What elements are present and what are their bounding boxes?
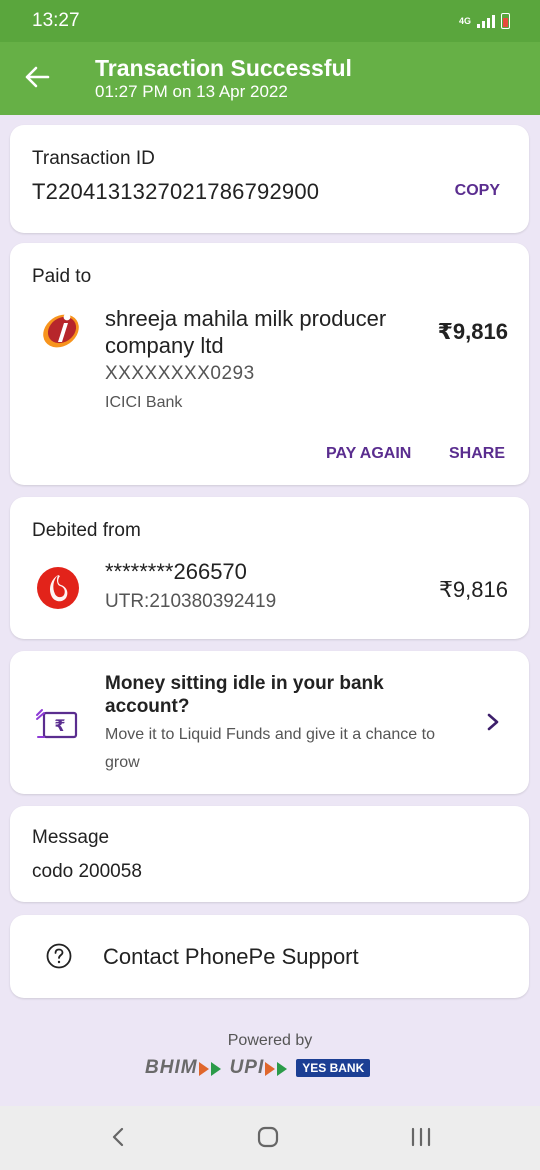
app-header: Transaction Successful 01:27 PM on 13 Ap…: [0, 42, 540, 115]
contact-support-label: Contact PhonePe Support: [103, 944, 359, 969]
help-circle-icon: [46, 943, 72, 969]
payee-name: shreeja mahila milk producer company ltd: [105, 306, 387, 358]
pay-again-button[interactable]: PAY AGAIN: [326, 445, 411, 463]
rupee-wallet-icon: ₹: [36, 709, 78, 739]
nav-recents-icon[interactable]: [410, 1126, 432, 1148]
status-time: 13:27: [32, 10, 80, 31]
utr-number: UTR:210380392419: [105, 591, 277, 612]
yes-bank-logo: YES BANK: [296, 1059, 371, 1077]
system-nav-bar: [0, 1106, 540, 1170]
transaction-id-label: Transaction ID: [32, 148, 155, 169]
message-label: Message: [32, 827, 110, 848]
debited-from-card: Debited from ********266570 UTR:21038039…: [10, 497, 529, 639]
copy-button[interactable]: COPY: [455, 182, 500, 200]
upi-logo: UPI: [230, 1057, 289, 1079]
nav-home-icon[interactable]: [257, 1126, 279, 1148]
promo-description: Move it to Liquid Funds and give it a ch…: [105, 726, 435, 771]
signal-icon: [477, 14, 495, 28]
status-bar: 13:27 4G: [0, 0, 540, 42]
promo-title: Money sitting idle in your bank account?: [105, 673, 384, 717]
message-card: Message codo 200058: [10, 806, 529, 902]
debited-from-label: Debited from: [32, 520, 141, 541]
payee-bank-name: ICICI Bank: [105, 394, 183, 411]
icici-logo-icon: [43, 313, 79, 348]
chevron-right-icon[interactable]: [485, 713, 501, 731]
bank-logo-icon: [37, 567, 79, 609]
paid-to-label: Paid to: [32, 266, 92, 287]
bhim-logo: BHIM: [145, 1057, 222, 1079]
transaction-datetime: 01:27 PM on 13 Apr 2022: [95, 82, 288, 101]
liquid-funds-promo-card[interactable]: ₹ Money sitting idle in your bank accoun…: [10, 651, 529, 794]
nav-back-icon[interactable]: [108, 1126, 128, 1148]
battery-icon: [501, 13, 510, 29]
svg-text:₹: ₹: [54, 716, 65, 735]
powered-by-label: Powered by: [227, 1032, 313, 1049]
transaction-id-value: T2204131327021786792900: [32, 179, 320, 204]
paid-amount: ₹9,816: [437, 319, 508, 344]
payee-account-number: XXXXXXXX0293: [105, 363, 255, 384]
transaction-id-card: Transaction ID T2204131327021786792900 C…: [10, 125, 529, 233]
paid-to-card: Paid to shreeja mahila milk producer com…: [10, 243, 529, 485]
network-label: 4G: [458, 15, 471, 26]
debit-account-number: ********266570: [105, 559, 247, 584]
message-text: codo 200058: [32, 861, 142, 882]
page-title: Transaction Successful: [95, 55, 352, 81]
back-arrow-icon[interactable]: [24, 64, 50, 90]
contact-support-button[interactable]: Contact PhonePe Support: [10, 915, 529, 998]
payment-partner-logos: BHIM UPI YES BANK: [145, 1055, 405, 1081]
debited-amount: ₹9,816: [438, 577, 508, 602]
share-button[interactable]: SHARE: [449, 445, 505, 463]
status-icons: 4G: [459, 13, 510, 29]
